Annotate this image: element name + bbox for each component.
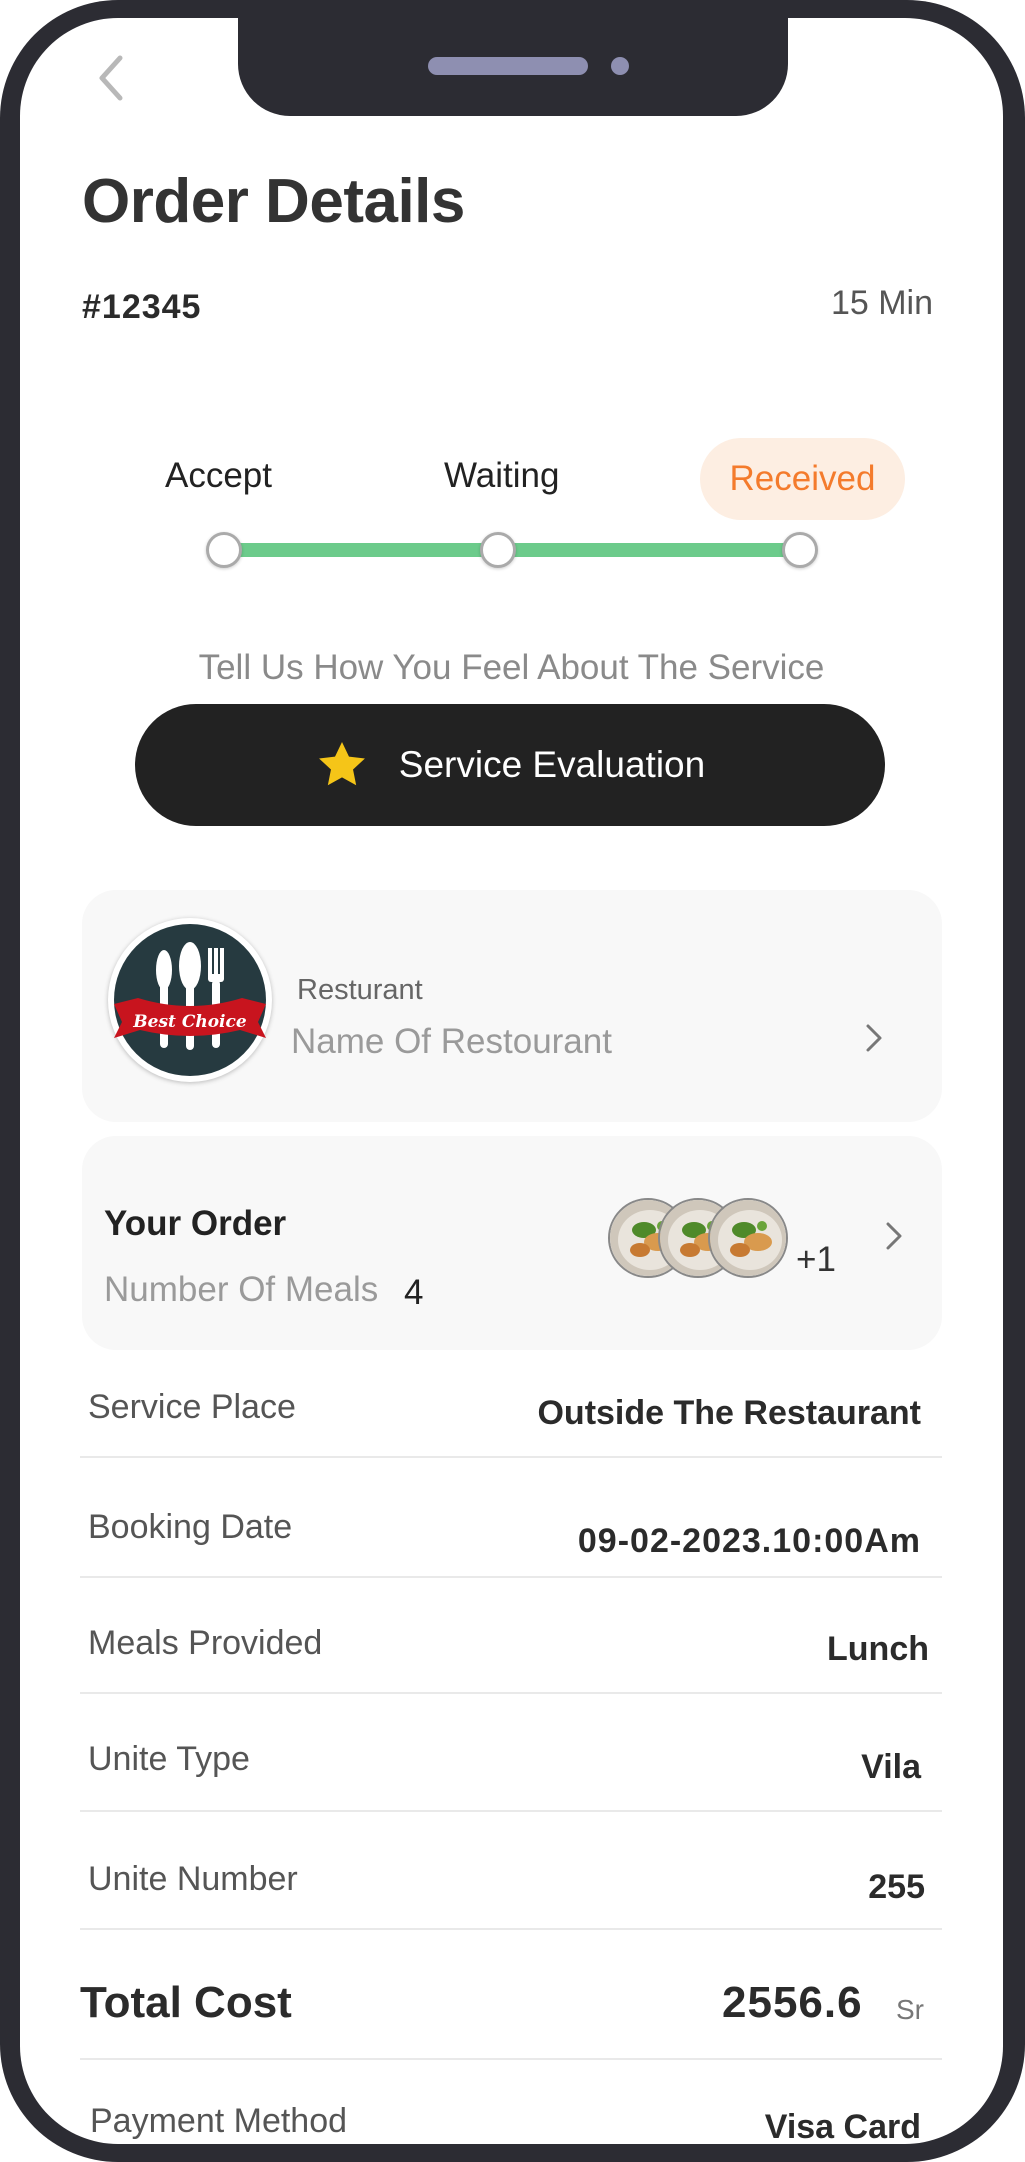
step-waiting-label: Waiting <box>444 456 560 495</box>
booking-date-label: Booking Date <box>88 1508 293 1546</box>
step-received-dot <box>782 532 818 568</box>
meals-provided-label: Meals Provided <box>88 1624 323 1662</box>
meals-provided-value: Lunch <box>827 1630 929 1668</box>
service-place-label: Service Place <box>88 1388 296 1426</box>
your-order-title: Your Order <box>104 1204 287 1243</box>
unite-number-value: 255 <box>868 1868 925 1906</box>
step-received-label: Received <box>700 438 905 520</box>
device-notch <box>238 18 788 116</box>
feedback-prompt: Tell Us How You Feel About The Service <box>198 648 825 687</box>
step-waiting-dot <box>480 532 516 568</box>
progress-track <box>225 543 811 557</box>
total-cost-value: 2556.6 <box>722 1978 863 2027</box>
unite-type-label: Unite Type <box>88 1740 250 1778</box>
service-evaluation-button[interactable]: Service Evaluation <box>135 704 885 826</box>
payment-method-value: Visa Card <box>764 2108 921 2144</box>
booking-date-value: 09-02-2023.10:00Am <box>577 1522 921 1560</box>
total-cost-label: Total Cost <box>80 1978 292 2027</box>
divider <box>80 1576 942 1578</box>
restaurant-logo: Best Choice <box>108 918 272 1082</box>
back-button[interactable] <box>90 48 134 108</box>
divider <box>80 1928 942 1930</box>
meal-thumbnail <box>708 1198 788 1278</box>
page-title: Order Details <box>82 167 465 236</box>
unite-type-value: Vila <box>861 1748 921 1786</box>
divider <box>80 1692 942 1694</box>
restaurant-name: Name Of Restourant <box>291 1022 612 1061</box>
divider <box>80 1810 942 1812</box>
total-cost-unit: Sr <box>896 1994 924 2025</box>
unite-number-label: Unite Number <box>88 1860 298 1898</box>
speaker-grille <box>428 57 588 75</box>
camera-dot <box>611 57 629 75</box>
step-accept-dot <box>206 532 242 568</box>
chevron-left-icon <box>99 55 123 101</box>
extra-meals-count: +1 <box>796 1240 836 1279</box>
eta-time: 15 Min <box>830 284 933 322</box>
divider <box>80 2058 942 2060</box>
divider <box>80 1456 942 1458</box>
service-place-value: Outside The Restaurant <box>537 1394 921 1432</box>
chevron-right-icon[interactable] <box>882 1218 906 1264</box>
step-accept-label: Accept <box>165 456 272 495</box>
chevron-right-icon[interactable] <box>862 1020 886 1066</box>
star-icon <box>318 742 365 786</box>
phone-frame: Order Details #12345 15 Min Accept Waiti… <box>0 0 1025 2162</box>
service-evaluation-label: Service Evaluation <box>398 744 706 785</box>
restaurant-label: Resturant <box>297 974 423 1006</box>
order-id: #12345 <box>82 288 202 326</box>
payment-method-label: Payment Method <box>90 2102 348 2140</box>
meals-count-label: Number Of Meals <box>104 1270 379 1309</box>
app-screen: Order Details #12345 15 Min Accept Waiti… <box>20 18 1003 2144</box>
meals-count-value: 4 <box>404 1273 424 1312</box>
svg-text:Best Choice: Best Choice <box>132 1012 247 1032</box>
